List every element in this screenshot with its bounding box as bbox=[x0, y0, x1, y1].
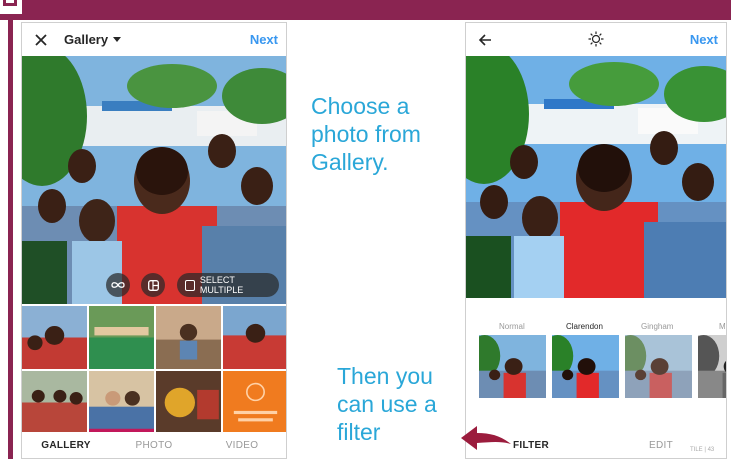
select-multiple-button[interactable]: SELECT MULTIPLE bbox=[177, 273, 279, 297]
filter-strip: Normal Clarendon Gingham M bbox=[466, 298, 726, 434]
next-button[interactable]: Next bbox=[250, 32, 278, 47]
chevron-down-icon bbox=[113, 37, 122, 42]
gallery-thumbnail[interactable] bbox=[22, 371, 87, 434]
step1-caption: Choose a photo from Gallery. bbox=[311, 93, 421, 175]
gallery-bottom-tabs: GALLERY PHOTO VIDEO bbox=[22, 432, 286, 458]
select-multiple-label: SELECT MULTIPLE bbox=[199, 275, 244, 295]
filter-screen: Next Normal Clarendon Gingham M FILTER E… bbox=[465, 22, 727, 459]
tab-gallery[interactable]: GALLERY bbox=[22, 440, 110, 451]
gallery-header: Gallery Next bbox=[22, 23, 286, 56]
filter-label-gingham[interactable]: Gingham bbox=[641, 322, 673, 331]
filter-label-m[interactable]: M bbox=[719, 322, 726, 331]
filter-thumbnail-m[interactable] bbox=[698, 335, 726, 398]
gallery-thumbnail-grid bbox=[22, 306, 286, 434]
slide-left-bar bbox=[8, 20, 13, 459]
gallery-thumbnail[interactable] bbox=[156, 306, 221, 369]
filter-header: Next bbox=[466, 23, 726, 56]
filter-thumbnail-clarendon[interactable] bbox=[552, 335, 619, 398]
slide-top-bar bbox=[0, 0, 731, 20]
gallery-screen: Gallery Next SELECT MULTIPLE GALLERY PHO… bbox=[21, 22, 287, 459]
gallery-title: Gallery bbox=[64, 32, 109, 47]
filter-thumbnail-normal[interactable] bbox=[479, 335, 546, 398]
slide-footer: TILE | 43 bbox=[690, 447, 715, 453]
layout-icon bbox=[147, 279, 159, 291]
filter-thumbnail-gingham[interactable] bbox=[625, 335, 692, 398]
infinity-icon bbox=[111, 282, 125, 288]
arrow-left-icon[interactable] bbox=[474, 29, 496, 51]
next-button[interactable]: Next bbox=[690, 32, 718, 47]
gallery-thumbnail[interactable] bbox=[22, 306, 87, 369]
layout-button[interactable] bbox=[141, 273, 165, 297]
gallery-thumbnail[interactable] bbox=[223, 306, 286, 369]
select-multiple-icon bbox=[185, 279, 195, 291]
filter-label-clarendon[interactable]: Clarendon bbox=[566, 322, 603, 331]
pointer-arrow-icon bbox=[461, 426, 511, 450]
gallery-thumbnail[interactable] bbox=[156, 371, 221, 434]
selected-photo-preview[interactable] bbox=[22, 56, 286, 304]
gallery-dropdown[interactable]: Gallery bbox=[64, 32, 122, 47]
brightness-icon[interactable] bbox=[585, 28, 607, 50]
filter-names: Normal Clarendon Gingham M bbox=[466, 322, 726, 334]
gallery-thumbnail[interactable] bbox=[223, 371, 286, 434]
filter-photo-preview bbox=[466, 56, 726, 298]
tab-photo[interactable]: PHOTO bbox=[110, 440, 198, 451]
step2-caption: Then you can use a filter bbox=[337, 363, 437, 445]
filter-label-normal[interactable]: Normal bbox=[499, 322, 525, 331]
loop-button[interactable] bbox=[106, 273, 130, 297]
close-icon[interactable] bbox=[30, 29, 52, 51]
gallery-thumbnail[interactable] bbox=[89, 371, 154, 434]
gallery-thumbnail[interactable] bbox=[89, 306, 154, 369]
slide-corner bbox=[0, 0, 22, 14]
tab-video[interactable]: VIDEO bbox=[198, 440, 286, 451]
